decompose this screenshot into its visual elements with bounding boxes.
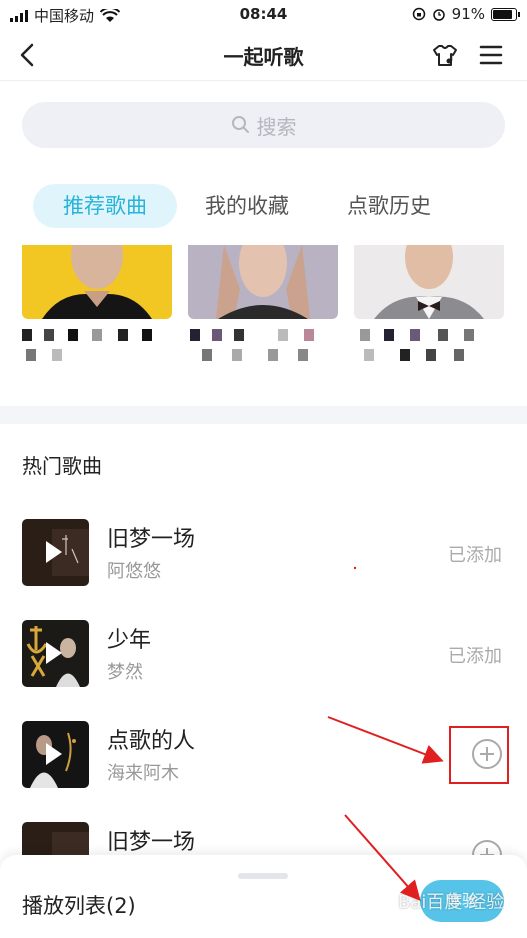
recommended-cover: [188, 245, 338, 319]
battery-percent: 91%: [451, 5, 485, 23]
song-artist: 海来阿木: [107, 763, 179, 784]
recommended-title-mosaic: [354, 329, 504, 369]
status-right: 91%: [412, 5, 520, 23]
section-title: 热门歌曲: [22, 454, 102, 478]
recommended-card[interactable]: [188, 245, 338, 375]
alarm-icon: [432, 9, 445, 21]
added-status: 已添加: [448, 646, 502, 667]
orientation-lock-icon: [412, 7, 425, 21]
recommended-list: [22, 245, 527, 375]
search-icon: [231, 116, 249, 133]
search-input[interactable]: 搜索: [22, 102, 505, 148]
drag-handle[interactable]: [238, 873, 288, 879]
menu-icon[interactable]: [476, 40, 506, 70]
recommended-card[interactable]: [354, 245, 504, 375]
song-cover: [22, 519, 89, 586]
highlight-box: [449, 726, 509, 784]
top-panel: 搜索 推荐歌曲 我的收藏 点歌历史: [0, 81, 527, 406]
watermark: Bai百度 经验: [398, 892, 505, 913]
song-cover: [22, 721, 89, 788]
song-artist: 梦然: [107, 662, 143, 683]
recommended-card[interactable]: [22, 245, 172, 375]
nav-bar: 一起听歌: [0, 30, 527, 81]
song-title: 少年: [107, 628, 152, 653]
song-title: 旧梦一场: [107, 527, 196, 552]
play-icon: [46, 743, 62, 765]
song-row[interactable]: 旧梦一场 阿悠悠 已添加: [0, 519, 527, 619]
skin-shirt-icon[interactable]: [430, 40, 460, 70]
play-icon: [46, 642, 62, 664]
added-status: 已添加: [448, 545, 502, 566]
tab-bar: 推荐歌曲 我的收藏 点歌历史: [33, 184, 459, 228]
tab-favorites[interactable]: 我的收藏: [175, 184, 319, 228]
search-placeholder: 搜索: [256, 114, 297, 139]
tab-recommended[interactable]: 推荐歌曲: [33, 184, 177, 228]
cover-artwork: [216, 245, 310, 319]
battery-icon: [491, 7, 520, 21]
status-bar: 中国移动 08:44 91%: [0, 0, 527, 30]
recommended-cover: [22, 245, 172, 319]
song-title: 旧梦一场: [107, 830, 196, 855]
play-icon: [46, 541, 62, 563]
song-cover: [22, 620, 89, 687]
cover-artwork: [42, 245, 152, 319]
playlist-label[interactable]: 播放列表(2): [22, 890, 136, 920]
song-row[interactable]: 点歌的人 海来阿木: [0, 721, 527, 821]
song-title: 点歌的人: [107, 729, 196, 754]
tab-history[interactable]: 点歌历史: [317, 184, 461, 228]
song-artist: 阿悠悠: [107, 561, 161, 582]
song-row[interactable]: 少年 梦然 已添加: [0, 620, 527, 720]
recommended-cover: [354, 245, 504, 319]
recommended-title-mosaic: [22, 329, 172, 369]
cover-artwork: [374, 245, 484, 319]
recommended-title-mosaic: [188, 329, 338, 369]
